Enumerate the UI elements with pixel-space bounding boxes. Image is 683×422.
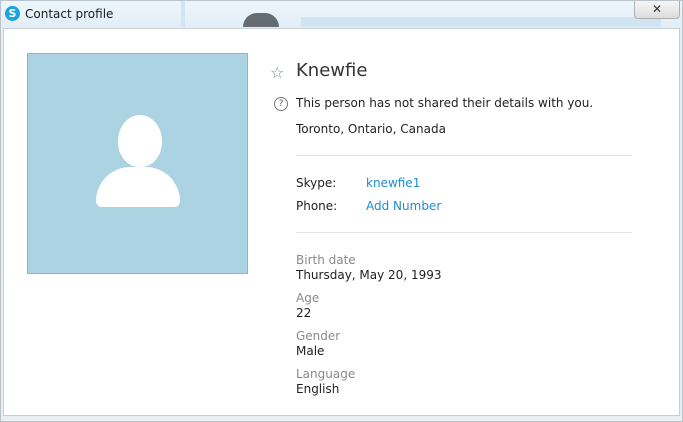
background-window-fragment — [301, 17, 661, 27]
avatar-head-icon — [118, 115, 162, 167]
age-label: Age — [296, 291, 320, 305]
favorite-star-icon[interactable]: ☆ — [270, 63, 284, 82]
skype-app-icon: S — [5, 6, 20, 21]
close-button[interactable]: ✕ — [634, 1, 680, 19]
age-value: 22 — [296, 306, 312, 320]
gender-value: Male — [296, 344, 325, 358]
birth-date-label: Birth date — [296, 253, 356, 267]
background-avatar-fragment — [243, 13, 279, 27]
language-value: English — [296, 382, 340, 396]
profile-content: ☆ Knewfie ? This person has not shared t… — [3, 28, 680, 416]
contact-name: Knewfie — [296, 60, 368, 81]
skype-label: Skype: — [296, 176, 337, 190]
window-title: Contact profile — [25, 7, 114, 21]
birth-date-value: Thursday, May 20, 1993 — [296, 268, 442, 282]
language-label: Language — [296, 367, 356, 381]
contact-profile-window: S Contact profile ✕ ☆ Knewfie ? This per… — [0, 0, 683, 422]
add-number-link[interactable]: Add Number — [366, 199, 441, 213]
avatar-body-icon — [96, 167, 180, 207]
title-bar: S Contact profile ✕ — [1, 1, 682, 27]
skype-id-link[interactable]: knewfie1 — [366, 176, 420, 190]
phone-label: Phone: — [296, 199, 338, 213]
avatar — [27, 53, 248, 274]
gender-label: Gender — [296, 329, 341, 343]
location-text: Toronto, Ontario, Canada — [296, 122, 446, 136]
help-icon: ? — [274, 97, 288, 111]
background-window-edge — [181, 1, 185, 27]
privacy-notice: This person has not shared their details… — [296, 96, 594, 110]
divider — [296, 232, 632, 233]
divider — [296, 155, 632, 156]
